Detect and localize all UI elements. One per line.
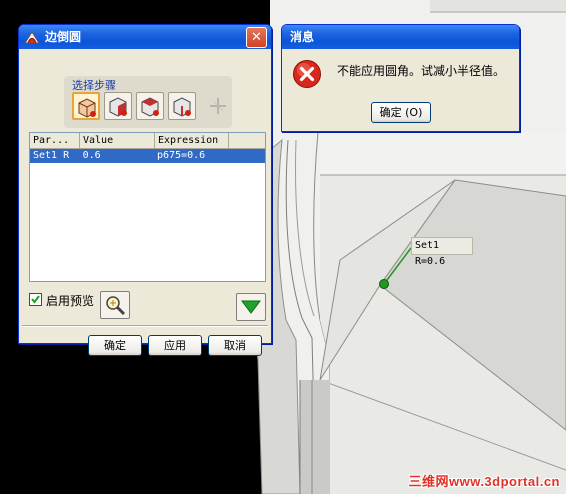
collapse-dialog-button[interactable] xyxy=(236,293,266,321)
magnifier-icon xyxy=(106,296,126,316)
selection-steps-label: 选择步骤 xyxy=(72,79,116,92)
edge-blend-dialog: 边倒圆 ✕ 选择步骤 Par... Value Expression Set1 … xyxy=(18,24,272,356)
preview-label[interactable]: 启用预览 xyxy=(46,292,94,309)
checkmark-icon xyxy=(31,295,40,304)
preview-zoom-button[interactable] xyxy=(100,291,130,319)
message-ok-button[interactable]: 确定 (O) xyxy=(371,102,431,123)
close-button[interactable]: ✕ xyxy=(246,27,267,48)
row-param: Set1 R xyxy=(33,150,70,161)
selection-steps-group: 选择步骤 xyxy=(64,76,232,128)
list-header: Par... Value Expression xyxy=(30,133,265,149)
chevron-down-icon xyxy=(241,300,261,314)
divider xyxy=(22,325,268,327)
edge-select-icon xyxy=(78,98,96,118)
column-expression[interactable]: Expression xyxy=(155,133,229,149)
column-value[interactable]: Value xyxy=(80,133,155,149)
message-titlebar[interactable]: 消息 xyxy=(282,25,519,49)
edge-blend-titlebar[interactable]: 边倒圆 ✕ xyxy=(19,25,271,49)
setback-icon xyxy=(141,97,159,117)
apply-button[interactable]: 应用 xyxy=(148,335,202,356)
message-dialog: 消息 不能应用圆角。试减小半径值。 确定 (O) xyxy=(281,24,520,132)
variable-radius-step-button[interactable] xyxy=(104,92,132,120)
preview-checkbox[interactable] xyxy=(29,293,42,306)
edge-blend-icon xyxy=(24,31,40,44)
radius-handle xyxy=(379,279,389,289)
edge-set-list[interactable]: Par... Value Expression Set1 R 0.6 p675=… xyxy=(29,132,266,282)
edge-blend-title: 边倒圆 xyxy=(45,30,82,44)
row-expression: p675=0.6 xyxy=(156,150,206,161)
message-text: 不能应用圆角。试减小半径值。 xyxy=(337,64,506,78)
ok-button[interactable]: 确定 xyxy=(88,335,142,356)
edge-select-step-button[interactable] xyxy=(72,92,100,120)
message-title: 消息 xyxy=(290,30,315,44)
stop-short-icon xyxy=(173,97,191,117)
edge-blend-body: 选择步骤 Par... Value Expression Set1 R 0.6 … xyxy=(22,49,268,356)
variable-radius-icon xyxy=(109,97,127,117)
table-row[interactable]: Set1 R 0.6 p675=0.6 xyxy=(30,149,265,163)
cliff-edge-icon xyxy=(210,98,226,114)
stop-short-step-button[interactable] xyxy=(168,92,196,120)
error-icon xyxy=(293,60,321,88)
watermark: 三维网www.3dportal.cn xyxy=(408,474,560,489)
radius-dimension-label[interactable]: Set1 R=0.6 xyxy=(411,237,473,267)
column-param[interactable]: Par... xyxy=(30,133,80,149)
row-value: 0.6 xyxy=(82,150,101,161)
setback-step-button[interactable] xyxy=(136,92,164,120)
cancel-button[interactable]: 取消 xyxy=(208,335,262,356)
